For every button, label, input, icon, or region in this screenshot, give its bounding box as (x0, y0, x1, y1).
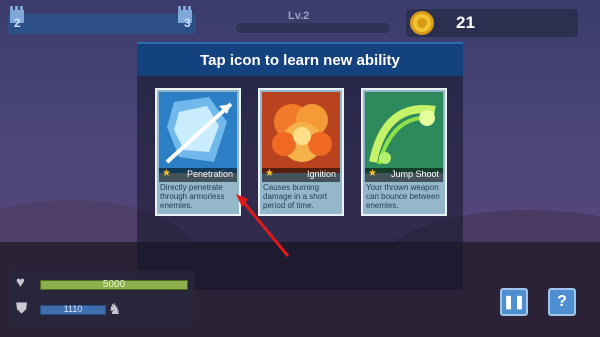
xp-bar (236, 23, 390, 33)
shield-icon: ⛊ (16, 300, 28, 317)
ability-name: Jump Shoot (390, 169, 439, 179)
pause-icon: ❚❚ (503, 294, 525, 309)
star-icon: ★ (265, 168, 274, 179)
heart-icon: ♥ (16, 274, 25, 291)
ability-description: Directly penetrate through armorless ene… (160, 183, 225, 210)
hp-bar: 5000 (40, 279, 188, 290)
ability-name: Penetration (186, 169, 233, 179)
wave-end-number: 3 (184, 16, 191, 30)
player-stats-panel: ♥ 5000 ⛊ 1110 ♞ (10, 270, 194, 326)
ability-name-bar: ★ Ignition (262, 168, 340, 182)
shield-value: 1110 (63, 304, 83, 314)
help-icon: ? (557, 293, 567, 310)
top-hud: 2 3 Lv.2 21 (0, 0, 600, 40)
ability-name-bar: ★ Penetration (159, 168, 237, 182)
coin-icon (410, 11, 434, 35)
dialog-title: Tap icon to learn new ability (200, 51, 400, 69)
help-button[interactable]: ? (548, 288, 576, 316)
star-icon: ★ (368, 168, 377, 179)
wave-progress-bar: 2 3 (8, 6, 196, 34)
ability-card-jump-shoot[interactable]: ★ Jump Shoot Your thrown weapon can boun… (361, 88, 447, 216)
ability-card-ignition[interactable]: ★ Ignition Causes burning damage in a sh… (258, 88, 344, 216)
dialog-header: Tap icon to learn new ability (137, 42, 463, 76)
wave-start-number: 2 (14, 16, 21, 30)
penetration-art (159, 92, 237, 173)
armor-icon: ♞ (108, 301, 122, 318)
coin-counter: 21 (406, 9, 578, 37)
ability-card-penetration[interactable]: ★ Penetration Directly penetrate through… (155, 88, 241, 216)
star-icon: ★ (162, 168, 171, 179)
hp-value: 5000 (102, 279, 126, 290)
jump-shoot-art (365, 92, 443, 173)
ability-name-bar: ★ Jump Shoot (365, 168, 443, 182)
ignition-art (262, 92, 340, 173)
pause-button[interactable]: ❚❚ (500, 288, 528, 316)
ability-name: Ignition (306, 169, 336, 179)
shield-bar: 1110 (40, 304, 106, 315)
level-label: Lv.2 (288, 10, 310, 22)
ability-description: Your thrown weapon can bounce between en… (366, 183, 440, 210)
ability-description: Causes burning damage in a short period … (263, 183, 328, 210)
coin-count: 21 (456, 13, 475, 32)
